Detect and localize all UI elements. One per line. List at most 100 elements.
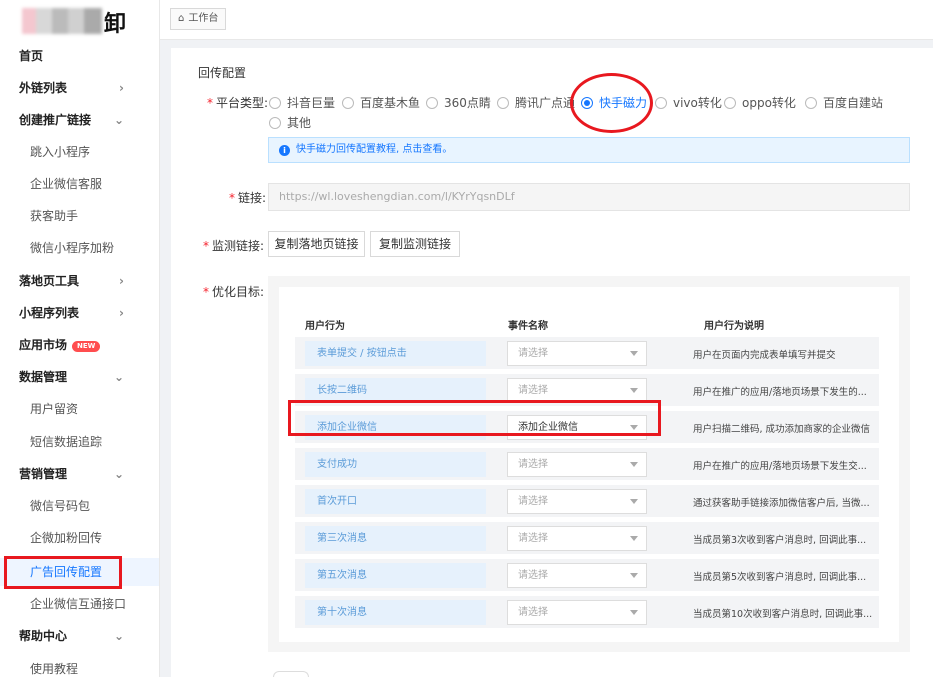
behavior-tag: 第五次消息 (305, 563, 486, 588)
sidebar-item[interactable]: 营销管理 ⌄ (0, 460, 159, 488)
platform-radio[interactable]: 腾讯广点通 (497, 94, 575, 111)
platform-radio[interactable]: vivo转化 (655, 94, 722, 111)
chevron-down-icon: ⌄ (113, 370, 124, 384)
sidebar-item-label: 应用市场 (19, 338, 68, 352)
chevron-right-icon: › (119, 306, 124, 320)
copy-monitor-link-button[interactable]: 复制监测链接 (370, 231, 460, 257)
sidebar: 卸 首页外链列表 › 创建推广链接 ⌄ 跳入小程序企业微信客服 获客助手微信小程序加粉 落地… (0, 0, 160, 677)
sidebar-item[interactable]: 企业微信互通接口 (0, 590, 159, 618)
behavior-tag: 支付成功 (305, 452, 486, 477)
sidebar-item[interactable]: 落地页工具 › (0, 267, 159, 295)
event-select-value: 请选择 (518, 496, 548, 507)
sidebar-item-label: 小程序列表 (19, 306, 80, 320)
chevron-down-icon: ⌄ (113, 467, 124, 481)
radio-circle-icon (497, 97, 509, 109)
sidebar-item-label: 短信数据追踪 (30, 435, 103, 449)
sidebar-item[interactable]: 微信小程序加粉 (0, 234, 159, 262)
config-panel: 回传配置 * 平台类型: 抖音巨量 百度基木鱼 360点睛 腾讯广点通 快手磁力 vivo转… (171, 48, 933, 677)
platform-radio-label: 百度自建站 (823, 96, 884, 110)
sidebar-item-label: 跳入小程序 (30, 145, 91, 159)
caret-down-icon (630, 388, 638, 393)
event-select-value: 请选择 (518, 607, 548, 618)
event-select[interactable]: 请选择 (507, 489, 647, 514)
event-select-value: 请选择 (518, 385, 548, 396)
sidebar-item[interactable]: 获客助手 (0, 202, 159, 230)
home-icon: ⌂ (178, 13, 185, 24)
event-select[interactable]: 请选择 (507, 600, 647, 625)
platform-radio[interactable]: 百度自建站 (805, 94, 883, 111)
event-select[interactable]: 请选择 (507, 526, 647, 551)
event-select[interactable]: 请选择 (507, 563, 647, 588)
chevron-down-icon: ⌄ (113, 113, 124, 127)
sidebar-item-label: 帮助中心 (19, 629, 68, 643)
platform-radio[interactable]: 其他 (269, 114, 311, 131)
behavior-description: 用户在推广的应用/落地页场景下发生的... (693, 387, 867, 398)
sidebar-item-label: 营销管理 (19, 467, 68, 481)
header-event-name: 事件名称 (508, 321, 548, 332)
event-select[interactable]: 请选择 (507, 452, 647, 477)
info-text: 快手磁力回传配置教程, 点击查看。 (296, 144, 453, 155)
header-behavior-description: 用户行为说明 (704, 321, 764, 332)
behavior-tag: 首次开口 (305, 489, 486, 514)
logo: 卸 (0, 0, 159, 42)
event-select-value: 请选择 (518, 533, 548, 544)
sidebar-item[interactable]: 创建推广链接 ⌄ (0, 106, 159, 134)
behavior-description: 用户扫描二维码, 成功添加商家的企业微信 (693, 424, 871, 435)
platform-radio-label: oppo转化 (742, 96, 796, 110)
sidebar-item[interactable]: 数据管理 ⌄ (0, 363, 159, 391)
event-select-value: 请选择 (518, 570, 548, 581)
bottom-button-partial[interactable] (273, 671, 309, 677)
behavior-tag: 表单提交 / 按钮点击 (305, 341, 486, 366)
behavior-tag: 第三次消息 (305, 526, 486, 551)
sidebar-item[interactable]: 短信数据追踪 (0, 428, 159, 456)
sidebar-item[interactable]: 外链列表 › (0, 74, 159, 102)
sidebar-item[interactable]: 跳入小程序 (0, 138, 159, 166)
behavior-description: 用户在页面内完成表单填写并提交 (693, 350, 836, 361)
sidebar-item-label: 创建推广链接 (19, 113, 92, 127)
radio-circle-icon (269, 97, 281, 109)
caret-down-icon (630, 610, 638, 615)
annotation-highlight-active-item (4, 556, 122, 589)
behavior-description: 用户在推广的应用/落地页场景下发生交... (693, 461, 867, 472)
event-select[interactable]: 请选择 (507, 341, 647, 366)
platform-radio[interactable]: 抖音巨量 (269, 94, 335, 111)
behavior-description: 当成员第5次收到客户消息时, 回调此事... (693, 572, 867, 583)
platform-radio-label: vivo转化 (673, 96, 722, 110)
link-label: * 链接: (229, 191, 267, 205)
sidebar-item[interactable]: 企微加粉回传 (0, 524, 159, 552)
platform-radio-label: 百度基木鱼 (360, 96, 421, 110)
platform-radio-label: 抖音巨量 (287, 96, 336, 110)
platform-radio[interactable]: 360点睛 (426, 94, 491, 111)
radio-circle-icon (724, 97, 736, 109)
radio-circle-icon (426, 97, 438, 109)
info-alert[interactable]: i 快手磁力回传配置教程, 点击查看。 (268, 137, 910, 163)
sidebar-item[interactable]: 微信号码包 (0, 492, 159, 520)
sidebar-item[interactable]: 帮助中心 ⌄ (0, 622, 159, 650)
radio-circle-icon (805, 97, 817, 109)
logo-blurred-mark (22, 8, 102, 34)
sidebar-item[interactable]: 使用教程 (0, 655, 159, 677)
sidebar-item[interactable]: 企业微信客服 (0, 170, 159, 198)
header-user-behavior: 用户行为 (305, 321, 345, 332)
platform-radio[interactable]: oppo转化 (724, 94, 796, 111)
sidebar-item-label: 数据管理 (19, 370, 68, 384)
platform-type-label: * 平台类型: (207, 96, 269, 110)
sidebar-item[interactable]: 用户留资 (0, 395, 159, 423)
sidebar-item-label: 企业微信互通接口 (30, 597, 127, 611)
copy-landing-link-button[interactable]: 复制落地页链接 (268, 231, 365, 257)
chevron-down-icon: ⌄ (113, 629, 124, 643)
radio-circle-icon (342, 97, 354, 109)
platform-radio[interactable]: 百度基木鱼 (342, 94, 420, 111)
platform-radio-label: 其他 (287, 116, 312, 130)
sidebar-item[interactable]: 首页 (0, 42, 159, 70)
event-select-value: 请选择 (518, 459, 548, 470)
annotation-highlight-wechat-row (288, 400, 661, 436)
breadcrumb-tab-workbench[interactable]: ⌂ 工作台 (170, 8, 227, 30)
chevron-right-icon: › (119, 274, 124, 288)
optimization-goal-box: 用户行为 事件名称 用户行为说明 表单提交 / 按钮点击 请选择 用户在页面内完成表… (268, 276, 910, 652)
caret-down-icon (630, 573, 638, 578)
sidebar-item[interactable]: 小程序列表 › (0, 299, 159, 327)
behavior-description: 当成员第3次收到客户消息时, 回调此事... (693, 535, 867, 546)
link-input[interactable]: https://wl.loveshengdian.com/l/KYrYqsnDL… (268, 183, 910, 211)
sidebar-item[interactable]: 应用市场 NEW (0, 331, 159, 359)
